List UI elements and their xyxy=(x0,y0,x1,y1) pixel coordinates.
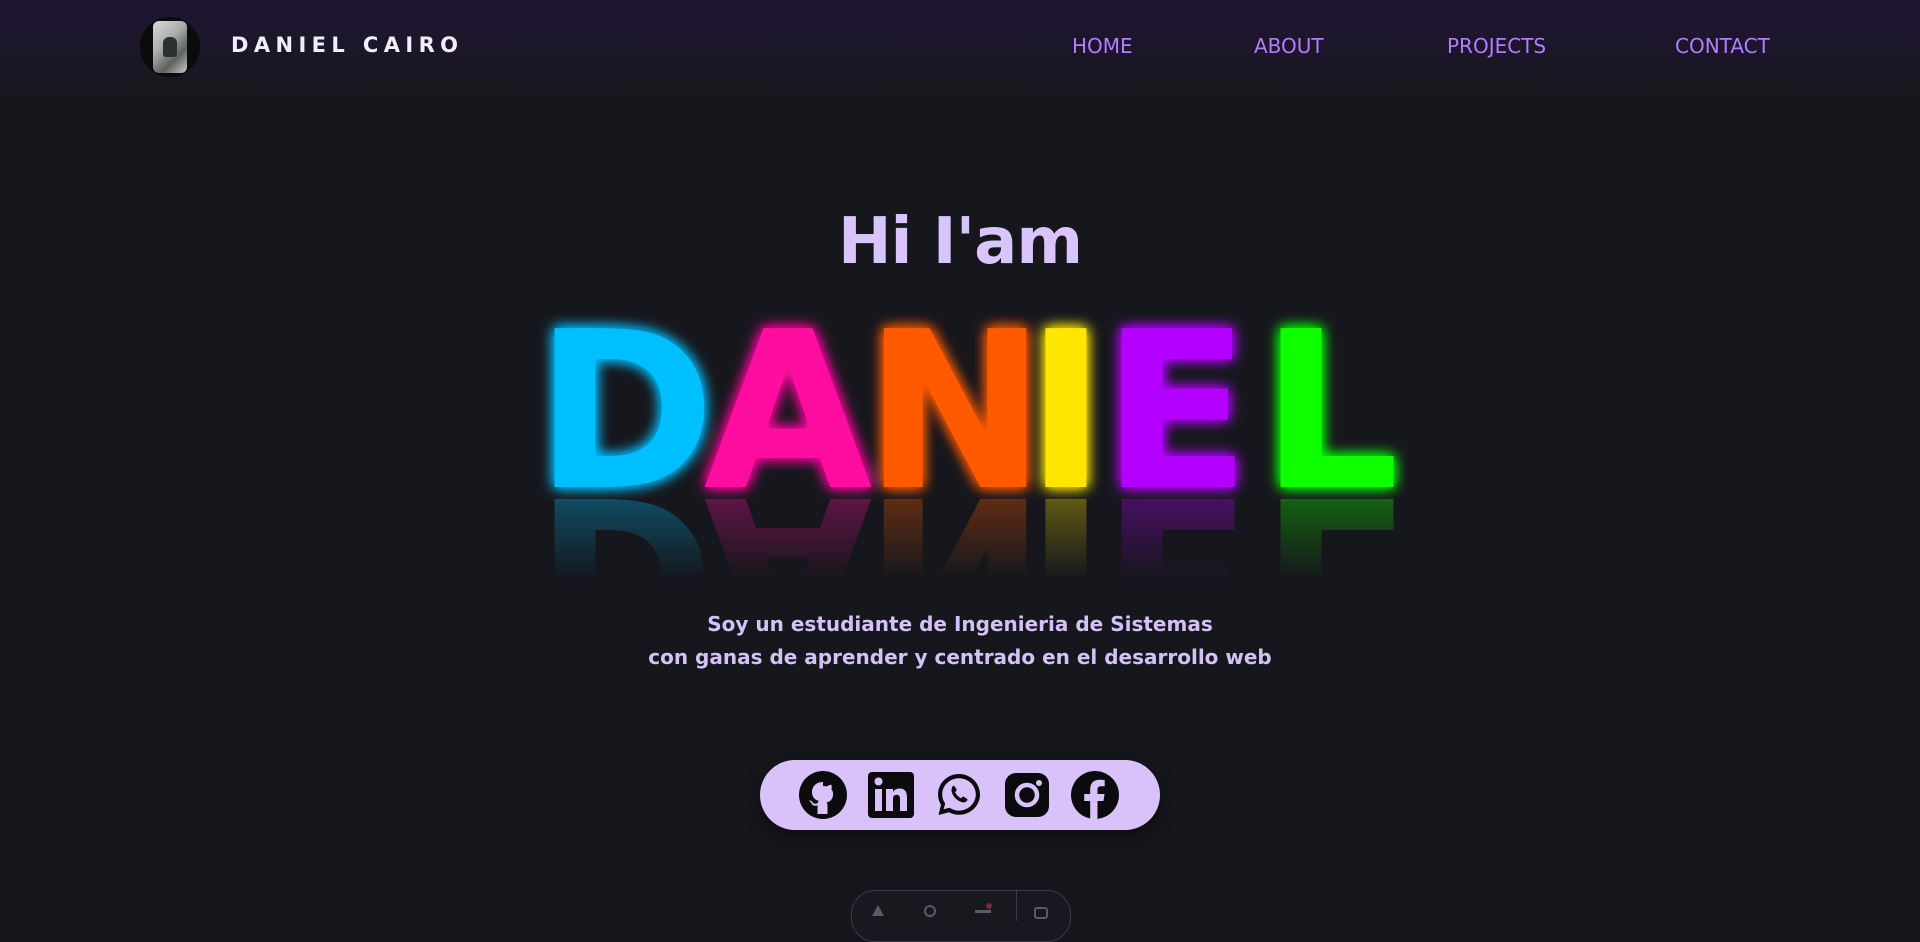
linkedin-icon[interactable] xyxy=(866,770,916,820)
neon-name-title: DANIE L DANIE L xyxy=(535,286,1400,600)
name-letter-reflection: D xyxy=(535,447,716,600)
facebook-icon[interactable] xyxy=(1070,770,1120,820)
name-letter-reflection: A xyxy=(704,447,873,600)
divider xyxy=(1016,891,1017,921)
tech-logo-icon xyxy=(924,905,936,917)
name-letter-reflection: I xyxy=(1025,447,1106,600)
bio-line: con ganas de aprender y centrado en el d… xyxy=(648,645,1272,669)
bio-line: Soy un estudiante de Ingenieria de Siste… xyxy=(707,612,1213,636)
name-letter-reflection: L xyxy=(1261,447,1400,600)
tech-logo-icon xyxy=(872,905,884,916)
whatsapp-icon[interactable] xyxy=(934,770,984,820)
tech-logo-icon xyxy=(975,903,992,913)
name-letter-reflection: E xyxy=(1102,447,1251,600)
hero-bio: Soy un estudiante de Ingenieria de Siste… xyxy=(0,608,1920,674)
tech-logo-icon xyxy=(1034,907,1048,919)
tech-stack-pill xyxy=(851,890,1071,942)
github-icon[interactable] xyxy=(798,770,848,820)
name-letter-reflection: N xyxy=(864,447,1046,600)
instagram-icon[interactable] xyxy=(1002,770,1052,820)
social-links-bar xyxy=(760,760,1160,830)
